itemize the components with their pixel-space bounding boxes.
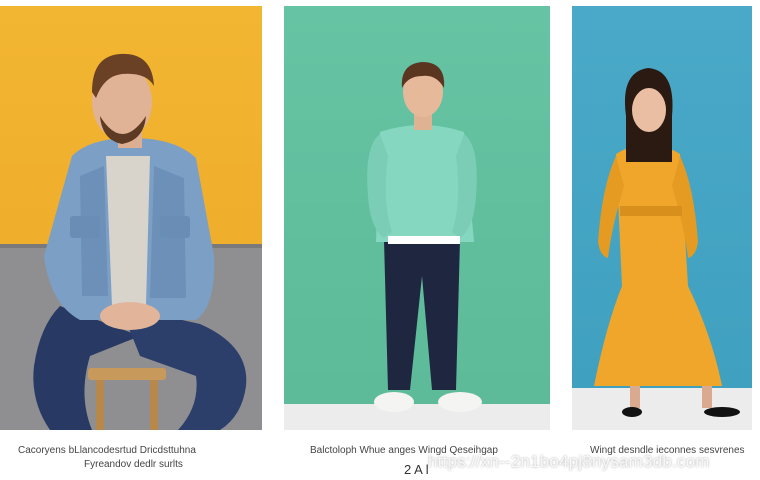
navy-trousers <box>384 240 460 390</box>
illustration-woman-yellow <box>572 68 752 430</box>
denim-jacket <box>44 138 215 320</box>
clasped-hands <box>100 302 160 330</box>
caption-panel-1-line-1: Cacoryens bLlancodesrtud Dricdsttuhna <box>18 445 196 456</box>
yellow-coat-dress <box>594 144 722 386</box>
black-flat-shoe <box>704 407 740 417</box>
floor <box>284 404 550 430</box>
mint-sweater <box>367 125 477 244</box>
illustration-boy-mint <box>284 62 550 430</box>
head-man <box>92 53 154 148</box>
illustration-man-denim <box>0 53 262 430</box>
caption-panel-2-number: 2 A l <box>404 462 429 477</box>
watermark-url: https://xn--2n1bo4pj8nysam3db.com <box>428 452 710 471</box>
head-woman <box>624 68 673 162</box>
caption-panel-1-line-2: Fyreandov dedlr surlts <box>84 459 183 470</box>
photo-panel-boy-mint <box>284 6 550 430</box>
photo-panel-woman-yellow <box>572 6 752 430</box>
head-boy <box>401 62 445 130</box>
photo-panel-man-denim <box>0 6 262 430</box>
black-flat-shoe <box>622 407 642 417</box>
